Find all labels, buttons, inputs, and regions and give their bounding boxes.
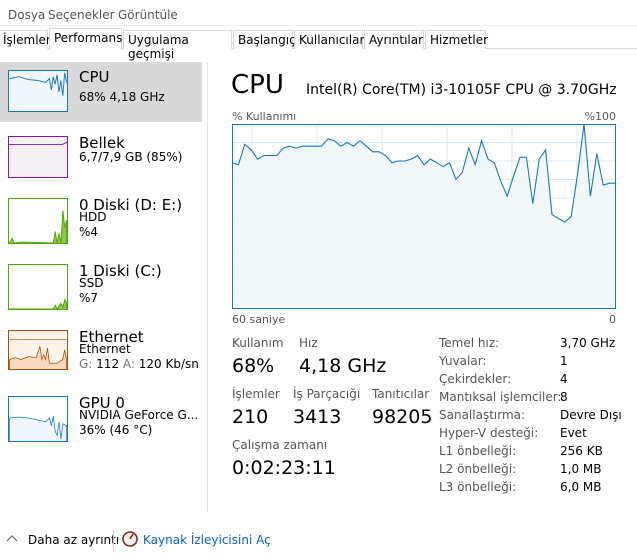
- x-max-label: 0: [609, 313, 616, 326]
- spec-label: Sanallaştırma:: [439, 408, 526, 422]
- resource-monitor-icon: [122, 531, 138, 547]
- sidebar-detail-2: %4: [79, 225, 99, 239]
- spec-value: 256 KB: [560, 444, 603, 458]
- cpu-usage-chart: [232, 124, 617, 309]
- sidebar-detail: Ethernet: [79, 342, 131, 356]
- menu-secenekler[interactable]: Seçenekler: [48, 8, 115, 22]
- handles-label: Tanıtıcılar: [372, 387, 430, 401]
- spec-label: L1 önbelleği:: [439, 444, 517, 458]
- tab-uygulama-gecmisi[interactable]: Uygulama geçmişi: [123, 30, 232, 61]
- speed-value: 4,18 GHz: [299, 355, 387, 377]
- ethernet-throughput: G: 112 A: 120 Kb/sn: [79, 357, 199, 371]
- receive-label: A:: [122, 357, 135, 371]
- spec-value: 3,70 GHz: [560, 336, 616, 350]
- sidebar-detail: 68% 4,18 GHz: [79, 90, 165, 104]
- spec-value: 8: [560, 390, 568, 404]
- sidebar-item-gpu0[interactable]: GPU 0 NVIDIA GeForce G... 36% (46 °C): [0, 388, 202, 448]
- x-min-label: 60 saniye: [232, 313, 286, 326]
- cpu-thumbnail-graph: [8, 70, 68, 112]
- spec-value: 4: [560, 372, 568, 386]
- send-label: G:: [79, 357, 93, 371]
- spec-label: Mantıksal işlemciler:: [439, 390, 562, 404]
- sidebar-item-ethernet[interactable]: Ethernet Ethernet G: 112 A: 120 Kb/sn: [0, 322, 202, 382]
- footer: Daha az ayrıntı Kaynak İzleyicisini Aç: [0, 520, 637, 560]
- threads-value: 3413: [293, 406, 342, 428]
- spec-label: L2 önbelleği:: [439, 462, 517, 476]
- panel-divider[interactable]: [207, 62, 208, 512]
- spec-value: 6,0 MB: [560, 480, 602, 494]
- y-max-label: %100: [584, 110, 616, 123]
- tab-performans[interactable]: Performans: [49, 28, 122, 50]
- processes-value: 210: [232, 406, 269, 428]
- menu-goruntule[interactable]: Görüntüle: [118, 8, 178, 22]
- usage-label: Kullanım: [232, 336, 284, 350]
- chevron-up-icon[interactable]: [6, 534, 18, 542]
- sidebar-detail: SSD: [79, 276, 104, 290]
- spec-label: L3 önbelleği:: [439, 480, 517, 494]
- spec-label: Hyper-V desteği:: [439, 426, 539, 440]
- spec-value: 1: [560, 354, 568, 368]
- spec-label: Yuvalar:: [439, 354, 487, 368]
- receive-value: 120 Kb/sn: [138, 357, 199, 371]
- processes-label: İşlemler: [232, 387, 280, 401]
- usage-value: 68%: [232, 355, 275, 377]
- spec-value: Evet: [560, 426, 587, 440]
- sidebar-item-disk1[interactable]: 1 Diski (C:) SSD %7: [0, 256, 202, 316]
- sidebar-item-disk0[interactable]: 0 Diski (D: E:) HDD %4: [0, 190, 202, 250]
- open-resource-monitor-link[interactable]: Kaynak İzleyicisini Aç: [143, 533, 271, 547]
- memory-thumbnail-graph: [8, 136, 68, 178]
- disk0-thumbnail-graph: [8, 198, 68, 244]
- tab-islemler[interactable]: İşlemler: [0, 30, 51, 49]
- speed-label: Hız: [299, 336, 318, 350]
- sidebar-detail-2: %7: [79, 291, 99, 305]
- menu-bar: Dosya Seçenekler Görüntüle: [0, 0, 637, 26]
- disk1-thumbnail-graph: [8, 264, 68, 310]
- gpu-thumbnail-graph: [8, 396, 68, 442]
- sidebar-detail-2: 36% (46 °C): [79, 423, 153, 437]
- spec-label: Çekirdekler:: [439, 372, 512, 386]
- y-axis-label: % Kullanımı: [232, 110, 297, 123]
- sidebar-detail: HDD: [79, 210, 107, 224]
- tab-hizmetler[interactable]: Hizmetler: [425, 30, 488, 49]
- threads-label: İş Parçacığı: [293, 387, 361, 401]
- tab-bar: İşlemler Performans Uygulama geçmişi Baş…: [0, 28, 637, 61]
- spec-value: 1,0 MB: [560, 462, 602, 476]
- send-value: 112: [96, 357, 120, 371]
- sidebar-item-cpu[interactable]: CPU 68% 4,18 GHz: [0, 62, 202, 122]
- tab-ayrintilar[interactable]: Ayrıntılar: [364, 30, 424, 49]
- page-title: CPU: [231, 70, 284, 100]
- cpu-model: Intel(R) Core(TM) i3-10105F CPU @ 3.70GH…: [306, 82, 617, 98]
- sidebar-detail: NVIDIA GeForce G...: [79, 408, 199, 422]
- spec-label: Temel hız:: [439, 336, 500, 350]
- spec-value: Devre Dışı: [560, 408, 622, 422]
- handles-value: 98205: [372, 406, 433, 428]
- tab-kullanicilar[interactable]: Kullanıcılar: [294, 30, 364, 49]
- ethernet-thumbnail-graph: [8, 330, 68, 370]
- footer-divider: [113, 530, 114, 550]
- uptime-value: 0:02:23:11: [232, 457, 336, 479]
- sidebar-detail: 6,7/7,9 GB (85%): [79, 150, 183, 164]
- sidebar-title: CPU: [79, 68, 110, 86]
- less-details-button[interactable]: Daha az ayrıntı: [28, 533, 119, 547]
- menu-dosya[interactable]: Dosya: [8, 8, 45, 22]
- sidebar-item-memory[interactable]: Bellek 6,7/7,9 GB (85%): [0, 128, 202, 188]
- uptime-label: Çalışma zamanı: [232, 438, 328, 452]
- tab-baslangic[interactable]: Başlangıç: [233, 30, 296, 49]
